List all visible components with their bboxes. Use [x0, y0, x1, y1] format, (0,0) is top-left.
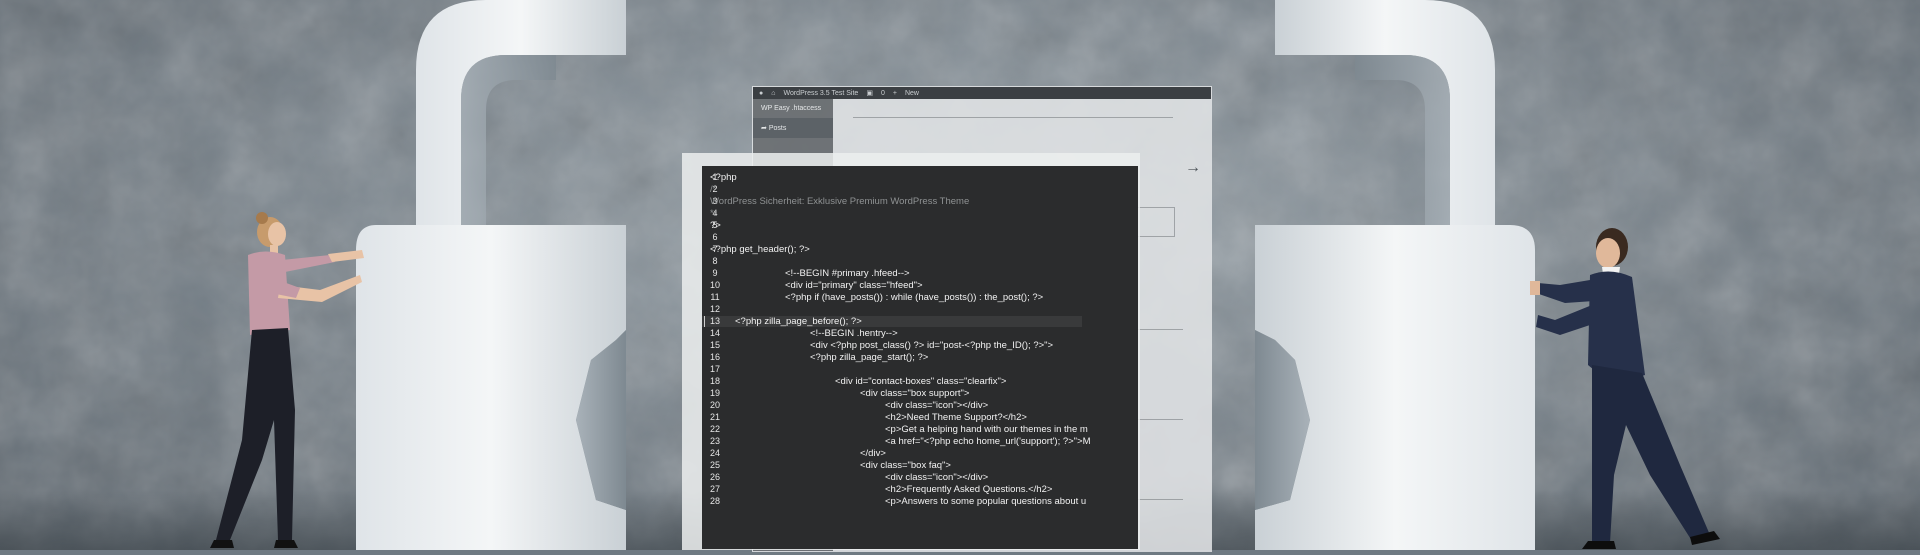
code-line[interactable]: <?php: [710, 172, 737, 183]
man-pushing-lock: [1530, 225, 1750, 555]
padlock-right: [1255, 0, 1555, 550]
line-number: 27: [709, 484, 720, 494]
code-line[interactable]: <div <?php post_class() ?> id="post-<?ph…: [810, 340, 1053, 351]
line-number: 23: [709, 436, 720, 446]
wp-site-title[interactable]: WordPress 3.5 Test Site: [783, 90, 858, 97]
line-number: 8: [712, 256, 718, 266]
line-number: 16: [709, 352, 720, 362]
code-line[interactable]: <div id="contact-boxes" class="clearfix"…: [835, 376, 1006, 387]
line-number: 11: [710, 292, 720, 302]
wp-admin-bar: ● ⌂ WordPress 3.5 Test Site ▣ 0 + New: [753, 87, 1211, 99]
code-line[interactable]: <a href="<?php echo home_url('support');…: [885, 436, 1091, 447]
code-line[interactable]: <?php zilla_page_before(); ?>: [735, 316, 862, 327]
text-cursor: [704, 316, 705, 327]
comments-count[interactable]: 0: [881, 90, 885, 97]
line-number: 14: [709, 328, 720, 338]
arrow-right-icon: →: [1185, 159, 1201, 176]
line-number: 28: [709, 496, 720, 506]
code-line[interactable]: <div class="box faq">: [860, 460, 951, 471]
line-number: 22: [709, 424, 720, 434]
code-line[interactable]: <h2>Frequently Asked Questions.</h2>: [885, 484, 1052, 495]
line-number: 24: [709, 448, 720, 458]
wp-logo-icon: ●: [759, 89, 764, 97]
comment-icon: ▣: [866, 90, 873, 97]
code-line[interactable]: <div class="box support">: [860, 388, 969, 399]
pin-icon: ➦: [761, 125, 767, 132]
code-line[interactable]: <h2>Need Theme Support?</h2>: [885, 412, 1027, 423]
code-line[interactable]: <?php if (have_posts()) : while (have_po…: [785, 292, 1043, 303]
plus-icon: +: [892, 89, 897, 97]
woman-pushing-lock: [170, 210, 370, 555]
line-number: 10: [709, 280, 720, 290]
code-line[interactable]: </div>: [860, 448, 886, 459]
sidebar-item-posts-label: Posts: [768, 125, 787, 132]
line-number: 26: [709, 472, 720, 482]
code-line[interactable]: <?php zilla_page_start(); ?>: [810, 352, 928, 363]
code-line[interactable]: WordPress Sicherheit: Exklusive Premium …: [710, 196, 969, 207]
line-number: 21: [709, 412, 720, 422]
line-number: 13: [709, 316, 720, 326]
line-number: 15: [709, 340, 720, 350]
code-line[interactable]: */: [710, 208, 716, 219]
wp-home-icon: ⌂: [771, 89, 776, 97]
line-number: 9: [712, 268, 718, 278]
line-number: 18: [709, 376, 720, 386]
code-line[interactable]: <div class="icon"></div>: [885, 400, 988, 411]
code-line[interactable]: ?>: [710, 220, 721, 231]
line-number: 17: [709, 364, 720, 374]
code-line[interactable]: <p>Answers to some popular questions abo…: [885, 496, 1086, 507]
code-panel[interactable]: 1 2 3 4 5 6 7 8 9 10 11 12 13 14 15 16 17 18 19 20 21 22 23 24 2…: [702, 166, 1138, 549]
line-number: 25: [709, 460, 720, 470]
code-editor: 1 2 3 4 5 6 7 8 9 10 11 12 13 14 15 16 17 18 19 20 21 22 23 24 2…: [682, 153, 1140, 550]
divider: [853, 117, 1173, 118]
code-line[interactable]: <div id="primary" class="hfeed">: [785, 280, 923, 291]
sidebar-item-posts[interactable]: ➦ Posts: [753, 118, 833, 138]
line-number: 19: [709, 388, 720, 398]
code-line[interactable]: <!--BEGIN .hentry-->: [810, 328, 898, 339]
code-line[interactable]: <div class="icon"></div>: [885, 472, 988, 483]
code-line[interactable]: /*: [710, 184, 716, 195]
code-line[interactable]: <!--BEGIN #primary .hfeed-->: [785, 268, 910, 279]
line-number: 6: [712, 232, 718, 242]
padlock-left: [356, 0, 736, 550]
code-line[interactable]: <?php get_header(); ?>: [710, 244, 810, 255]
line-number: 20: [709, 400, 720, 410]
sidebar-item-plugin[interactable]: WP Easy .htaccess: [753, 99, 833, 118]
new-menu[interactable]: New: [905, 90, 919, 97]
code-line[interactable]: <p>Get a helping hand with our themes in…: [885, 424, 1088, 435]
line-number: 12: [709, 304, 720, 314]
